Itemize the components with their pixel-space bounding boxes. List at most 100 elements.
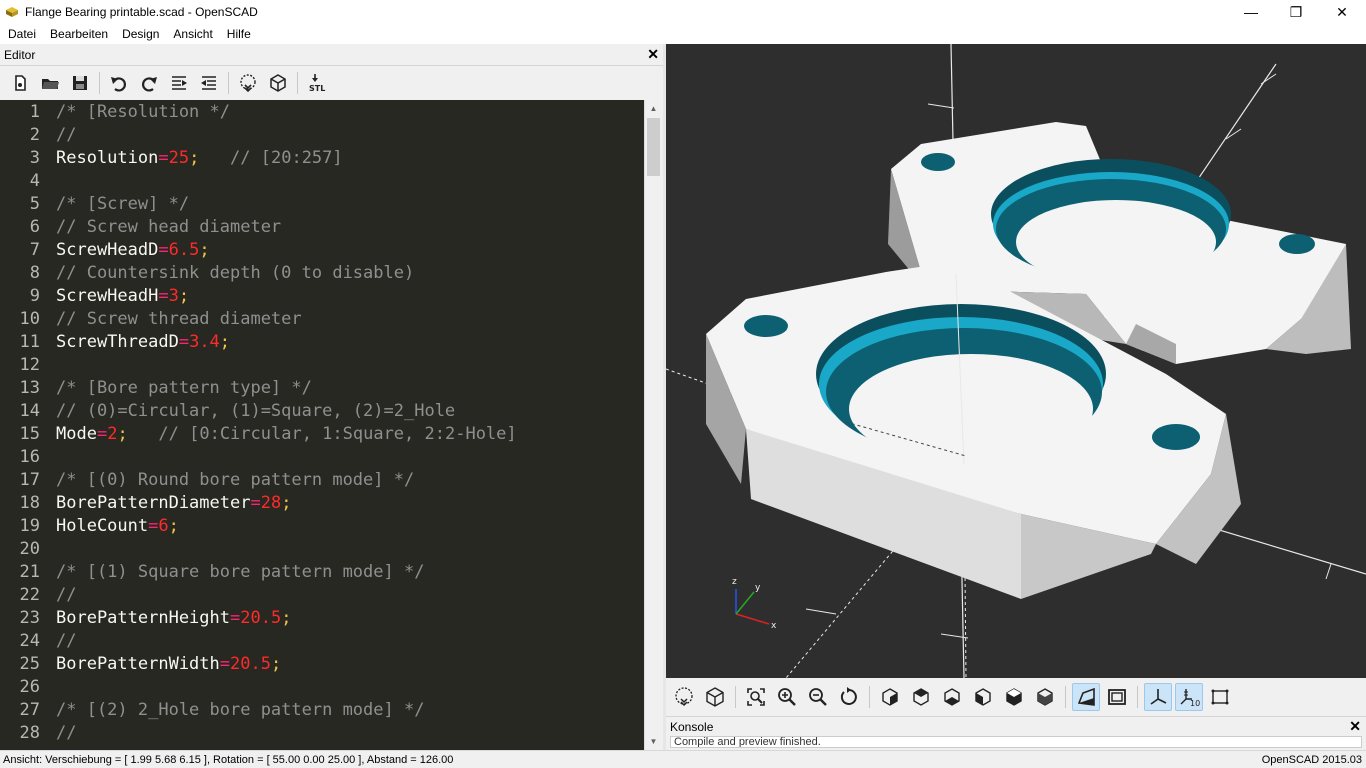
code-line[interactable]: 7 ScrewHeadD=6.5; <box>0 238 644 261</box>
orthogonal-icon[interactable] <box>1103 683 1131 711</box>
view-back-icon[interactable] <box>1031 683 1059 711</box>
undo-icon[interactable] <box>105 69 133 97</box>
line-number: 17 <box>19 469 40 490</box>
scroll-up-icon[interactable]: ▲ <box>645 100 662 117</box>
code-editor[interactable]: 1/* [Resolution */2//3 Resolution=25; // … <box>0 100 662 750</box>
code-token: // Screw thread diameter <box>56 308 302 329</box>
code-line[interactable]: 25 BorePatternWidth=20.5; <box>0 652 644 675</box>
code-token: ; <box>117 423 128 444</box>
view-front-icon[interactable] <box>1000 683 1028 711</box>
code-line[interactable]: 18 BorePatternDiameter=28; <box>0 491 644 514</box>
code-line[interactable]: 24 // <box>0 629 644 652</box>
code-token: HoleCount <box>56 515 149 536</box>
code-text: /* [(1) Square bore pattern mode] */ <box>56 562 424 582</box>
code-line[interactable]: 13 /* [Bore pattern type] */ <box>0 376 644 399</box>
render-icon[interactable] <box>264 69 292 97</box>
perspective-icon[interactable] <box>1072 683 1100 711</box>
code-line[interactable]: 28 // <box>0 721 644 744</box>
indent-icon[interactable] <box>165 69 193 97</box>
openscad-logo-icon <box>6 7 18 17</box>
menu-ansicht[interactable]: Ansicht <box>166 27 219 41</box>
code-line[interactable]: 4 <box>0 169 644 192</box>
preview-icon[interactable] <box>234 69 262 97</box>
code-line[interactable]: 27 /* [(2) 2_Hole bore pattern mode] */ <box>0 698 644 721</box>
code-line[interactable]: 16 <box>0 445 644 468</box>
preview-icon[interactable] <box>670 683 698 711</box>
code-text: ScrewHeadH=3; <box>56 286 189 306</box>
reset-view-icon[interactable] <box>835 683 863 711</box>
unindent-icon[interactable] <box>195 69 223 97</box>
menu-design[interactable]: Design <box>115 27 166 41</box>
view-left-icon[interactable] <box>969 683 997 711</box>
code-line[interactable]: 10 // Screw thread diameter <box>0 307 644 330</box>
code-token: // <box>56 124 77 145</box>
line-number: 10 <box>19 308 40 329</box>
view-top-icon[interactable] <box>907 683 935 711</box>
zoom-out-icon[interactable] <box>804 683 832 711</box>
view-all-icon[interactable] <box>742 683 770 711</box>
editor-close-button[interactable]: ✕ <box>647 46 659 63</box>
code-line[interactable]: 19 HoleCount=6; <box>0 514 644 537</box>
code-token: = <box>178 331 190 352</box>
open-file-icon[interactable] <box>36 69 64 97</box>
code-token: 20.5 <box>240 607 282 628</box>
window-title: Flange Bearing printable.scad - OpenSCAD <box>25 5 258 19</box>
code-line[interactable]: 26 <box>0 675 644 698</box>
code-text: BorePatternWidth=20.5; <box>56 654 281 674</box>
maximize-button[interactable]: ❐ <box>1273 0 1319 24</box>
show-scale-markers-icon[interactable]: 10 <box>1175 683 1203 711</box>
code-line[interactable]: 17 /* [(0) Round bore pattern mode] */ <box>0 468 644 491</box>
zoom-in-icon[interactable] <box>773 683 801 711</box>
code-line[interactable]: 22 // <box>0 583 644 606</box>
scroll-down-icon[interactable]: ▼ <box>645 733 662 750</box>
close-button[interactable]: ✕ <box>1319 0 1365 24</box>
new-file-icon[interactable] <box>6 69 34 97</box>
console-close-button[interactable]: ✕ <box>1349 718 1361 735</box>
export-stl-icon[interactable]: STL <box>303 69 331 97</box>
3d-viewport[interactable]: z x y <box>666 44 1366 678</box>
code-line[interactable]: 1 /* [Resolution */ <box>0 100 644 123</box>
view-right-icon[interactable] <box>876 683 904 711</box>
code-token: // Screw head diameter <box>56 216 282 237</box>
axis-z-label: z <box>732 577 737 587</box>
code-line[interactable]: 3 Resolution=25; // [20:257] <box>0 146 644 169</box>
code-line[interactable]: 8 // Countersink depth (0 to disable) <box>0 261 644 284</box>
code-line[interactable]: 15 Mode=2; // [0:Circular, 1:Square, 2:2-… <box>0 422 644 445</box>
code-token: 20.5 <box>230 653 271 674</box>
show-axes-icon[interactable] <box>1144 683 1172 711</box>
menu-hilfe[interactable]: Hilfe <box>220 27 258 41</box>
editor-scrollbar[interactable]: ▲ ▼ <box>644 100 662 750</box>
show-edges-icon[interactable] <box>1206 683 1234 711</box>
console-output: Compile and preview finished. <box>670 736 1362 748</box>
code-line[interactable]: 11 ScrewThreadD=3.4; <box>0 330 644 353</box>
rendered-model: z x y <box>666 44 1366 678</box>
menu-bearbeiten[interactable]: Bearbeiten <box>43 27 115 41</box>
code-line[interactable]: 20 <box>0 537 644 560</box>
code-token: ; <box>270 653 282 674</box>
save-icon[interactable] <box>66 69 94 97</box>
code-line[interactable]: 23 BorePatternHeight=20.5; <box>0 606 644 629</box>
code-text: // Screw thread diameter <box>56 309 302 329</box>
code-line[interactable]: 21 /* [(1) Square bore pattern mode] */ <box>0 560 644 583</box>
code-line[interactable]: 5 /* [Screw] */ <box>0 192 644 215</box>
code-token: ScrewThreadD <box>56 331 179 352</box>
code-token: /* [Screw] */ <box>56 193 190 214</box>
code-area[interactable]: 1/* [Resolution */2//3 Resolution=25; // … <box>0 100 644 744</box>
menu-datei[interactable]: Datei <box>1 27 43 41</box>
code-line[interactable]: 2 // <box>0 123 644 146</box>
code-line[interactable]: 12 <box>0 353 644 376</box>
code-text: Resolution=25; // [20:257] <box>56 148 343 168</box>
code-text: // Countersink depth (0 to disable) <box>56 263 414 283</box>
redo-icon[interactable] <box>135 69 163 97</box>
code-token: 6.5 <box>168 239 200 260</box>
minimize-button[interactable]: — <box>1228 0 1274 24</box>
code-token: // Countersink depth (0 to disable) <box>56 262 415 283</box>
code-token: BorePatternDiameter <box>56 492 251 513</box>
scrollbar-thumb[interactable] <box>647 118 660 176</box>
code-line[interactable]: 6 // Screw head diameter <box>0 215 644 238</box>
view-bottom-icon[interactable] <box>938 683 966 711</box>
render-icon[interactable] <box>701 683 729 711</box>
editor-dock: Editor ✕ STL 1 /* [Resolution */ 2 // 3 … <box>0 44 664 750</box>
code-line[interactable]: 14 // (0)=Circular, (1)=Square, (2)=2_Hol… <box>0 399 644 422</box>
code-line[interactable]: 9 ScrewHeadH=3; <box>0 284 644 307</box>
